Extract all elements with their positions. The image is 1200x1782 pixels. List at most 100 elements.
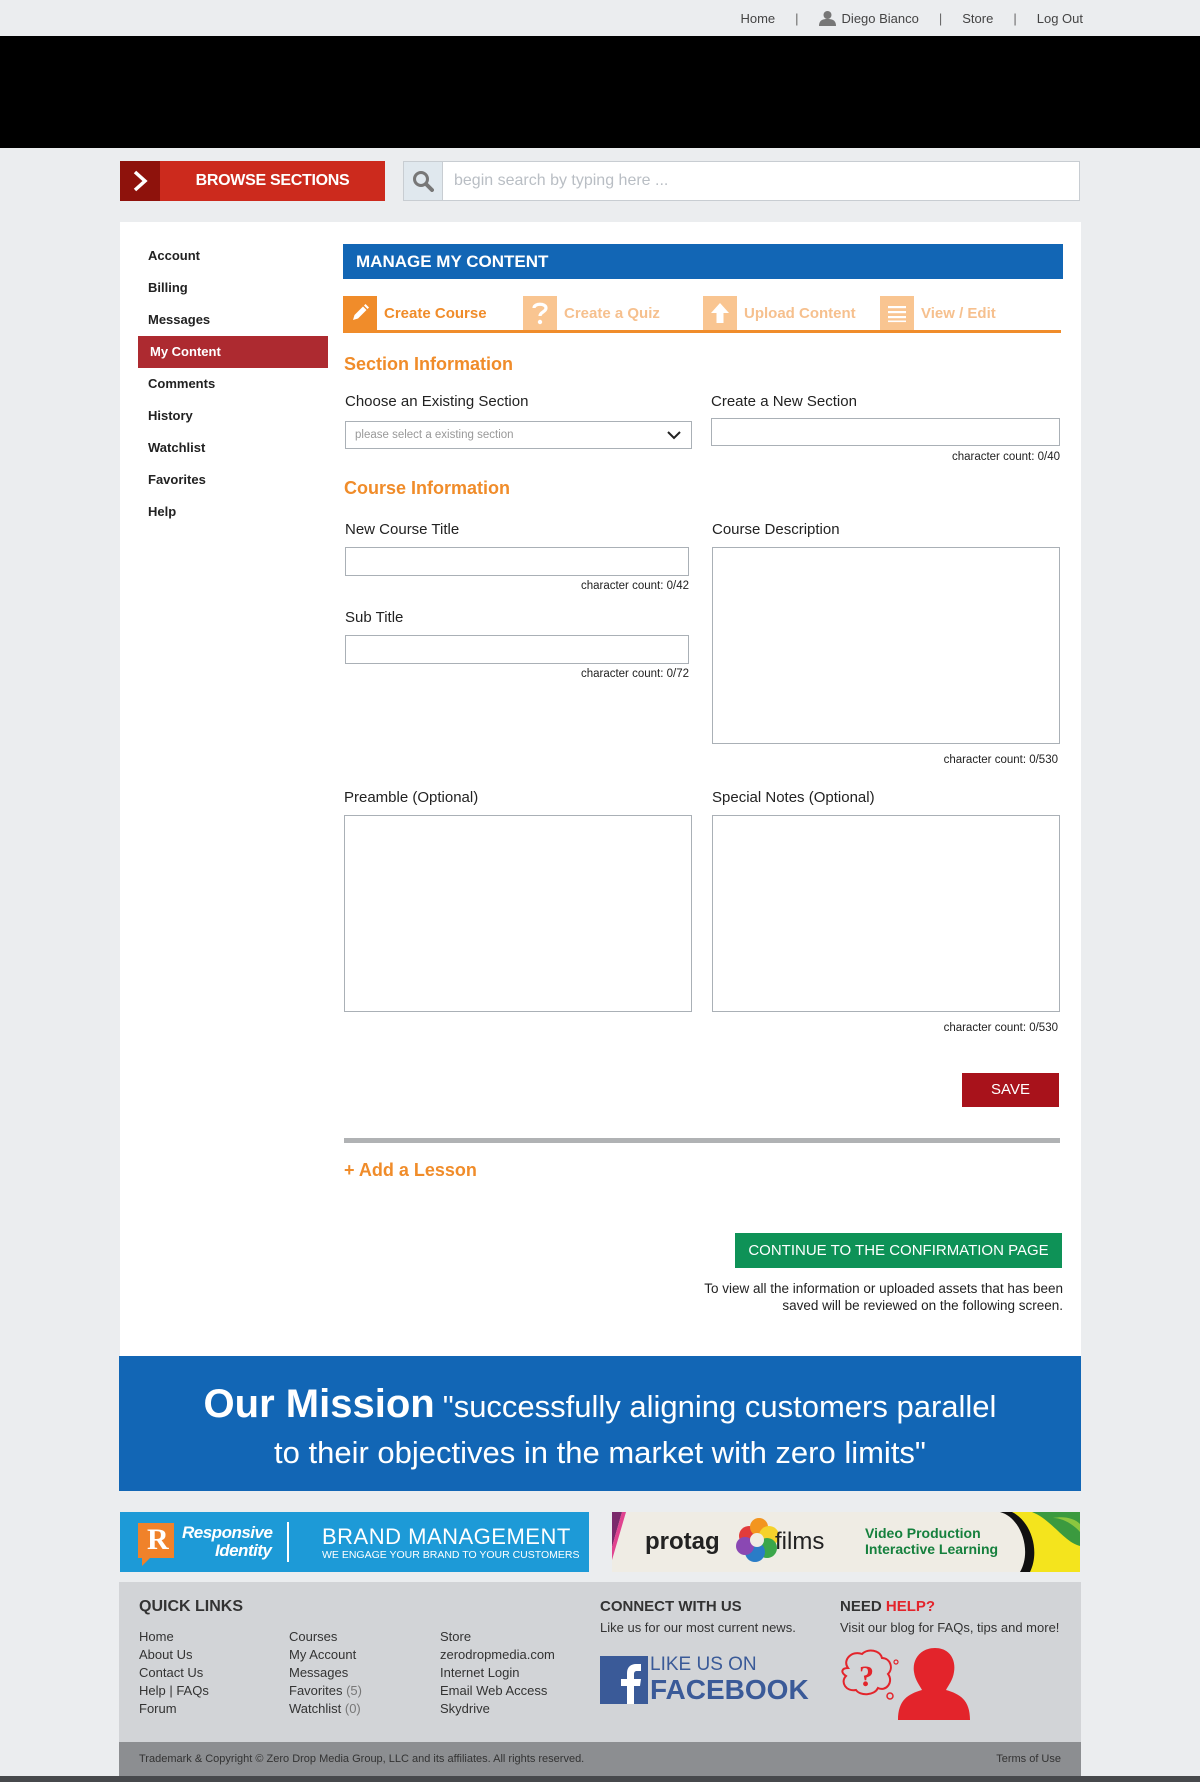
copyright-bar: Trademark & Copyright © Zero Drop Media … [119, 1742, 1081, 1776]
ad1-logo-letter: R [147, 1523, 169, 1556]
course-title-label: New Course Title [345, 521, 460, 538]
search-input[interactable] [443, 162, 1079, 200]
footer-link-store[interactable]: Store [440, 1628, 555, 1646]
account-sidebar: Account Billing Messages My Content Comm… [138, 240, 328, 528]
favorites-count: (5) [346, 1683, 362, 1698]
footer-col-1: Home About Us Contact Us Help | FAQs For… [139, 1628, 209, 1718]
save-button[interactable]: SAVE [962, 1073, 1059, 1107]
footer-link-email-web-access[interactable]: Email Web Access [440, 1682, 555, 1700]
sidebar-item-account[interactable]: Account [138, 240, 328, 272]
tab-label: Create a Quiz [564, 304, 660, 322]
ad2-tagline-1: Video Production [865, 1525, 981, 1541]
footer-link-my-account[interactable]: My Account [289, 1646, 362, 1664]
footer-link-courses[interactable]: Courses [289, 1628, 362, 1646]
footer-link-home[interactable]: Home [139, 1628, 209, 1646]
footer-link-messages[interactable]: Messages [289, 1664, 362, 1682]
search-bar [403, 161, 1080, 201]
course-title-input[interactable] [345, 547, 689, 576]
footer-link-about[interactable]: About Us [139, 1646, 209, 1664]
ad1-name-line-2: Identity [215, 1541, 272, 1560]
browse-sections-button[interactable]: BROWSE SECTIONS [120, 161, 385, 201]
help-person-icon[interactable]: ? [840, 1646, 990, 1720]
sidebar-item-history[interactable]: History [138, 400, 328, 432]
course-description-textarea[interactable] [712, 547, 1060, 744]
existing-section-label: Choose an Existing Section [345, 393, 529, 410]
footer-link-forum[interactable]: Forum [139, 1700, 209, 1718]
chevron-down-icon [667, 431, 681, 440]
sidebar-item-my-content[interactable]: My Content [138, 336, 328, 368]
nav-separator: | [1013, 10, 1017, 26]
nav-user-name: Diego Bianco [841, 11, 919, 26]
upload-arrow-icon [703, 296, 737, 330]
sidebar-item-watchlist[interactable]: Watchlist [138, 432, 328, 464]
footer-link-zerodropmedia[interactable]: zerodropmedia.com [440, 1646, 555, 1664]
tab-label: View / Edit [921, 304, 996, 322]
sidebar-item-help[interactable]: Help [138, 496, 328, 528]
nav-home-link[interactable]: Home [740, 11, 775, 26]
need-help-heading-a: NEED [840, 1598, 882, 1615]
need-help-heading-b: HELP? [885, 1598, 936, 1615]
add-lesson-link[interactable]: + Add a Lesson [344, 1160, 477, 1181]
mission-quote-1: "successfully aligning customers paralle… [442, 1389, 997, 1424]
subtitle-input[interactable] [345, 635, 689, 664]
facebook-icon [600, 1656, 648, 1704]
ad1-headline: BRAND MANAGEMENT [322, 1524, 571, 1549]
sidebar-item-comments[interactable]: Comments [138, 368, 328, 400]
sidebar-item-favorites[interactable]: Favorites [138, 464, 328, 496]
copyright-text: Trademark & Copyright © Zero Drop Media … [139, 1753, 585, 1765]
nav-user-link[interactable]: Diego Bianco [818, 10, 919, 26]
footer-link-internet-login[interactable]: Internet Login [440, 1664, 555, 1682]
footer-link-label: My Account [289, 1647, 357, 1662]
footer-link-favorites[interactable]: Favorites (5) [289, 1682, 362, 1700]
tab-label: Upload Content [744, 304, 856, 322]
nav-separator: | [795, 10, 799, 26]
terms-of-use-link[interactable]: Terms of Use [996, 1753, 1061, 1765]
sidebar-item-messages[interactable]: Messages [138, 304, 328, 336]
mission-line-1: Our Mission "successfully aligning custom… [119, 1382, 1081, 1427]
footer-col-3: Store zerodropmedia.com Internet Login E… [440, 1628, 555, 1718]
tab-label: Create Course [384, 304, 487, 322]
mission-quote-2: to their objectives in the market with z… [274, 1435, 926, 1470]
sidebar-item-billing[interactable]: Billing [138, 272, 328, 304]
footer-link-label: Messages [289, 1665, 349, 1680]
nav-logout-link[interactable]: Log Out [1037, 11, 1083, 26]
protag-films-ad[interactable]: protag films Video Production Interactiv… [612, 1512, 1080, 1572]
existing-section-select[interactable]: please select a existing section [345, 421, 692, 449]
preamble-label: Preamble (Optional) [344, 789, 479, 806]
facebook-like-button[interactable]: LIKE US ON FACEBOOK [600, 1654, 809, 1706]
chevron-right-icon [120, 161, 160, 201]
footer-link-contact[interactable]: Contact Us [139, 1664, 209, 1682]
top-nav: Home | Diego Bianco | Store | Log Out [0, 0, 1200, 36]
continue-confirmation-button[interactable]: CONTINUE TO THE CONFIRMATION PAGE [735, 1233, 1062, 1268]
footer-link-skydrive[interactable]: Skydrive [440, 1700, 555, 1718]
continue-note: To view all the information or uploaded … [704, 1281, 1063, 1313]
tab-create-course[interactable]: Create Course [343, 296, 487, 330]
course-information-heading: Course Information [344, 478, 511, 498]
responsive-identity-ad[interactable]: R Responsive Identity BRAND MANAGEMENT W… [120, 1512, 589, 1572]
tab-upload-content[interactable]: Upload Content [703, 296, 856, 330]
footer-link-label: Watchlist [289, 1701, 342, 1716]
list-icon [880, 296, 914, 330]
tab-create-quiz[interactable]: Create a Quiz [523, 296, 660, 330]
connect-text: Like us for our most current news. [600, 1620, 796, 1635]
special-notes-char-count: character count: 0/530 [943, 1022, 1058, 1034]
footer-link-help-faqs[interactable]: Help | FAQs [139, 1682, 209, 1700]
mission-title: Our Mission [203, 1382, 435, 1426]
footer-link-label: Favorites [289, 1683, 343, 1698]
search-icon[interactable] [404, 162, 443, 200]
new-section-input[interactable] [711, 418, 1060, 446]
header-banner [0, 36, 1200, 148]
quick-links-heading: QUICK LINKS [139, 1598, 243, 1615]
course-description-label: Course Description [712, 521, 840, 538]
special-notes-textarea[interactable] [712, 815, 1060, 1012]
footer-link-watchlist[interactable]: Watchlist (0) [289, 1700, 362, 1718]
course-title-char-count: character count: 0/42 [580, 580, 689, 592]
new-section-label: Create a New Section [711, 393, 857, 410]
nav-store-link[interactable]: Store [962, 11, 993, 26]
tab-view-edit[interactable]: View / Edit [880, 296, 996, 330]
footer-col-2: Courses My Account Messages Favorites (5… [289, 1628, 362, 1718]
question-icon [523, 296, 557, 330]
preamble-textarea[interactable] [344, 815, 692, 1012]
ad2-tagline-2: Interactive Learning [865, 1541, 999, 1557]
ad1-name-line-1: Responsive [182, 1523, 273, 1542]
